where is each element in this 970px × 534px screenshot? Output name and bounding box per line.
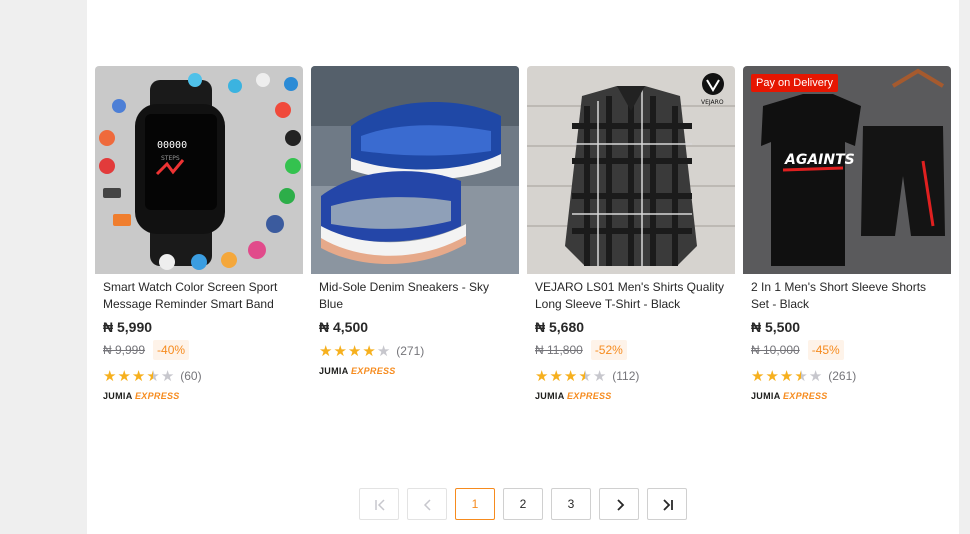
old-price-row: ₦ 9,999 -40%: [103, 339, 295, 361]
rating: ★ ★ ★ ★ ★ (112): [535, 367, 727, 385]
product-price: ₦ 5,990: [103, 319, 153, 335]
product-name[interactable]: Mid-Sole Denim Sneakers - Sky Blue: [319, 279, 511, 313]
discount-badge: -40%: [153, 340, 190, 360]
page-2-button[interactable]: 2: [503, 488, 543, 520]
product-card[interactable]: VEJARO VEJARO LS01 Men's Shirts Quality …: [527, 66, 735, 402]
star-icon: ★: [347, 342, 362, 360]
product-name[interactable]: 2 In 1 Men's Short Sleeve Shorts Set - B…: [751, 279, 943, 313]
product-name[interactable]: VEJARO LS01 Men's Shirts Quality Long Sl…: [535, 279, 727, 313]
sneakers-image: [311, 66, 519, 274]
star-icon: ★: [333, 342, 347, 360]
page-1-button[interactable]: 1: [455, 488, 495, 520]
jumia-express-logo: JUMIA EXPRESS: [751, 391, 828, 401]
old-price-row: ₦ 10,000 -45%: [751, 339, 943, 361]
star-icon: ★: [117, 367, 131, 385]
next-page-button[interactable]: [599, 488, 639, 520]
rating: ★ ★ ★ ★ ★ (271): [319, 342, 511, 360]
product-image[interactable]: AGAINTS Pay on Delivery: [743, 66, 951, 274]
next-page-icon: [617, 499, 625, 511]
old-price: ₦ 11,800: [535, 343, 583, 357]
old-price-row: ₦ 11,800 -52%: [535, 339, 727, 361]
print-text: AGAINTS: [784, 152, 855, 168]
discount-badge: -52%: [590, 340, 627, 360]
first-page-icon: [375, 499, 385, 511]
star-empty-icon: ★: [160, 367, 175, 385]
product-image[interactable]: [311, 66, 519, 274]
star-icon: ★: [319, 342, 333, 360]
star-icon: ★: [362, 342, 376, 360]
star-icon: ★: [563, 367, 578, 385]
old-price: ₦ 10,000: [751, 343, 800, 357]
prev-page-icon: [423, 499, 431, 511]
discount-badge: -45%: [807, 340, 844, 360]
star-icon: ★: [131, 367, 146, 385]
product-image[interactable]: VEJARO: [527, 66, 735, 274]
jumia-express-logo: JUMIA EXPRESS: [103, 391, 180, 401]
last-page-icon: [663, 499, 673, 511]
product-image[interactable]: 00000 STEPS: [95, 66, 303, 274]
star-empty-icon: ★: [592, 367, 607, 385]
page-3-button[interactable]: 3: [551, 488, 591, 520]
review-count: (112): [612, 369, 640, 383]
prev-page-button[interactable]: [407, 488, 447, 520]
half-star-icon: ★: [578, 367, 592, 385]
rating: ★ ★ ★ ★ ★ (60): [103, 367, 295, 385]
smart-watch-image: 00000 STEPS: [95, 66, 303, 274]
pay-on-delivery-badge: Pay on Delivery: [751, 74, 839, 92]
product-card[interactable]: AGAINTS Pay on Delivery 2 In 1 Men's Sho…: [743, 66, 951, 402]
product-price: ₦ 5,680: [535, 319, 585, 335]
review-count: (60): [180, 369, 202, 383]
star-icon: ★: [549, 367, 563, 385]
product-price: ₦ 5,500: [751, 319, 801, 335]
star-icon: ★: [103, 367, 117, 385]
review-count: (261): [828, 369, 857, 383]
product-price: ₦ 4,500: [319, 319, 369, 335]
rating: ★ ★ ★ ★ ★ (261): [751, 367, 943, 385]
first-page-button[interactable]: [359, 488, 399, 520]
star-icon: ★: [751, 367, 765, 385]
review-count: (271): [396, 344, 425, 358]
star-icon: ★: [779, 367, 794, 385]
star-empty-icon: ★: [808, 367, 823, 385]
plaid-shirt-image: VEJARO: [527, 66, 735, 274]
svg-text:STEPS: STEPS: [161, 155, 180, 162]
shorts-set-image: AGAINTS: [743, 66, 951, 274]
star-empty-icon: ★: [376, 342, 391, 360]
old-price: ₦ 9,999: [103, 343, 146, 357]
jumia-express-logo: JUMIA EXPRESS: [319, 366, 396, 376]
star-icon: ★: [535, 367, 549, 385]
product-name[interactable]: Smart Watch Color Screen Sport Message R…: [103, 279, 295, 313]
product-card[interactable]: 00000 STEPS Smart Watch Color Screen Spo…: [95, 66, 303, 402]
last-page-button[interactable]: [647, 488, 687, 520]
product-card[interactable]: Mid-Sole Denim Sneakers - Sky Blue ₦ 4,5…: [311, 66, 519, 377]
half-star-icon: ★: [794, 367, 808, 385]
vejaro-brand-text: VEJARO: [701, 99, 724, 106]
half-star-icon: ★: [146, 367, 160, 385]
star-icon: ★: [765, 367, 779, 385]
jumia-express-logo: JUMIA EXPRESS: [535, 391, 612, 401]
svg-text:00000: 00000: [157, 140, 187, 151]
